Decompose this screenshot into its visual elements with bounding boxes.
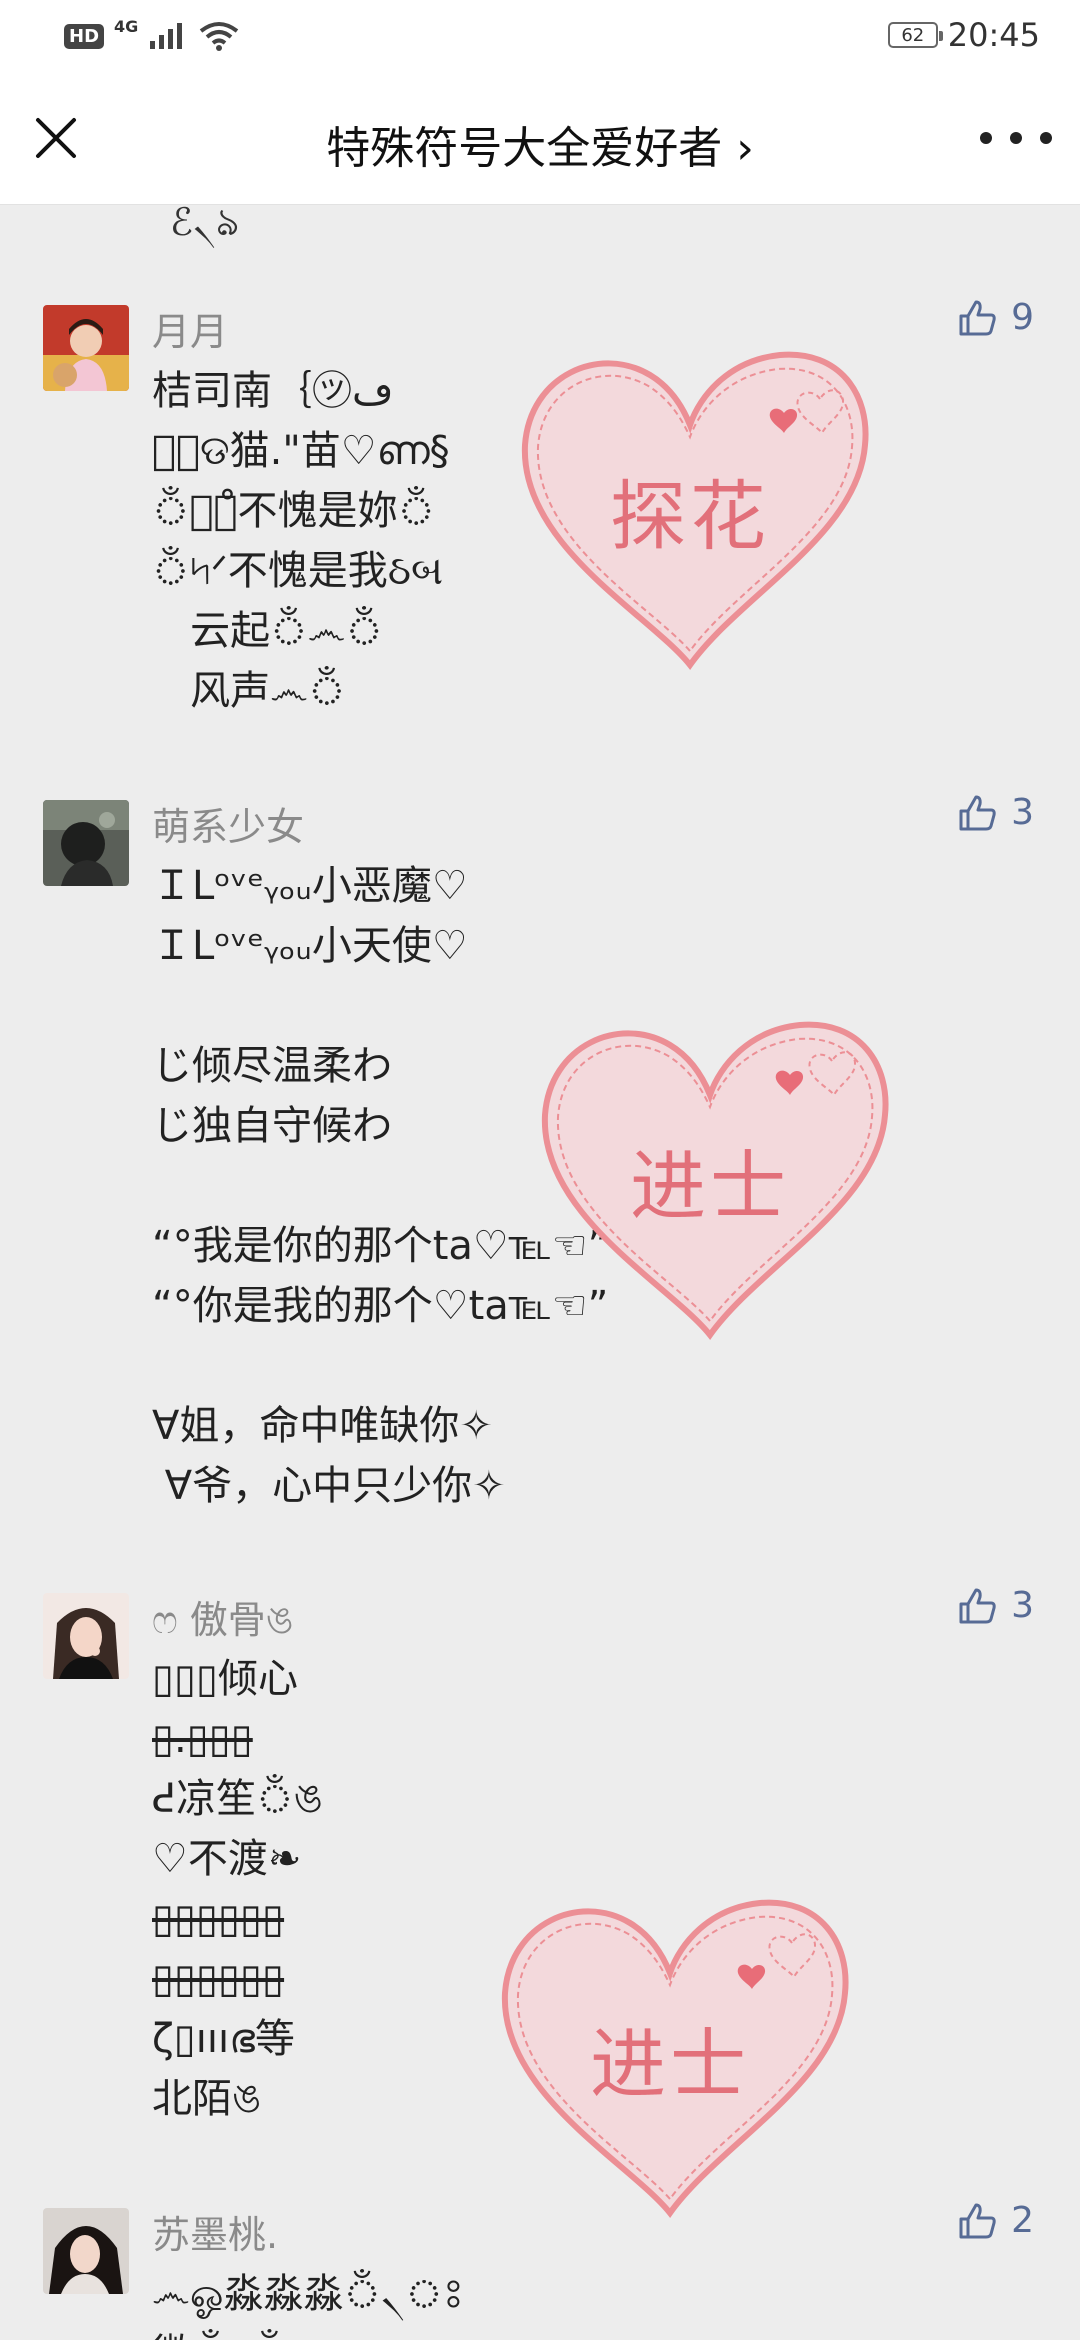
stamp-label: 进士 [590,2020,750,2109]
comment-line: 风声෴ঁ [152,668,346,714]
avatar[interactable] [43,800,129,886]
comment-line: ♡不渡❧ [152,1836,302,1882]
comment-item: 苏墨桃. 2 ෴ஓ淼淼淼ঁ৲ঃ 微ঁঃঁঃ [0,2200,1080,2340]
comment-item: 月月 9 桔司南｛㋡ڡ ゝ᪶ଡ猫."苗♡ണ§ ঁ৲ঃ̊不愧是妳ঁ ঁ৸ᐟ不愧是我… [0,297,1080,725]
comment-line: ＩLᵒᵛᵉᵧₒᵤ小天使♡ [152,923,468,969]
comment-author[interactable]: 萌系少女 [152,796,304,851]
more-dot-icon [1040,132,1052,144]
battery-level: 62 [901,24,925,46]
thumbs-up-icon [959,2203,996,2238]
comment-line: 桔司南｛㋡ڡ [152,368,394,414]
comment-text: ▯▯▯倾心 ▯.▯▯▯ ᕍ凉笙ঁঙ ♡不渡❧ ▯▯▯▯▯▯ ▯▯▯▯▯▯ ζ▯ı… [152,1649,323,2129]
like-button[interactable]: 9 [957,297,1034,338]
comment-line: ঁ৸ᐟ不愧是我ઠબ [152,548,444,594]
comment-line: ∀姐，命中唯缺你✧ [152,1403,493,1449]
avatar[interactable] [43,305,129,391]
comment-author[interactable]: 月月 [152,301,228,356]
like-count: 2 [1011,2200,1034,2241]
previous-comment-fragment: ℰ৲ঌ [170,205,240,244]
status-right: 62 20:45 [887,16,1040,54]
comment-line: 北陌ঙ [152,2076,262,2122]
comment-line: 微ঁঃঁঃ [152,2324,464,2340]
comment-line: ෴ஓ淼淼淼ঁ৲ঃ [152,2271,465,2317]
signal-icon [150,23,183,49]
comment-line: 云起ঁ෴ঁ [152,608,383,654]
comment-line: ঁ৲ঃ̊不愧是妳ঁ [152,488,435,534]
thumbs-up-icon [959,300,996,335]
avatar[interactable] [43,2208,129,2294]
comment-author[interactable]: 苏墨桃. [152,2204,278,2259]
comment-item: ෆ 傲骨ঙ 3 ▯▯▯倾心 ▯.▯▯▯ ᕍ凉笙ঁঙ ♡不渡❧ ▯▯▯▯▯▯ ▯▯… [0,1585,1080,2218]
battery-icon: 62 [887,22,943,48]
more-dot-icon [980,132,992,144]
more-button[interactable] [980,112,1052,164]
like-button[interactable]: 3 [957,1585,1034,1626]
comment-line: ＩLᵒᵛᵉᵧₒᵤ小恶魔♡ [152,863,468,909]
like-count: 9 [1011,297,1034,338]
more-dot-icon [1010,132,1022,144]
wifi-icon [200,22,239,51]
comment-item: 萌系少女 3 ＩLᵒᵛᵉᵧₒᵤ小恶魔♡ ＩLᵒᵛᵉᵧₒᵤ小天使♡ じ倾尽温柔わ … [0,792,1080,1520]
comment-line: ζ▯ıııഭ等 [152,2016,295,2062]
stamp-label: 探花 [610,472,770,561]
status-left: HD 4G [64,16,240,52]
thumbs-up-icon [959,795,996,830]
comment-line: ᕍ凉笙ঁঙ [152,1776,323,1822]
comment-line: ∀爷，心中只少你✧ [152,1463,506,1509]
comment-author[interactable]: ෆ 傲骨ঙ [152,1589,294,1655]
clock: 20:45 [947,16,1040,54]
thumbs-up-icon [959,1588,996,1623]
page-title[interactable]: 特殊符号大全爱好者 › [0,112,1080,176]
comment-line: ▯▯▯▯▯▯ [152,1896,285,1942]
heart-stamp: 进士 [480,1873,860,2233]
comment-text: 桔司南｛㋡ڡ ゝ᪶ଡ猫."苗♡ണ§ ঁ৲ঃ̊不愧是妳ঁ ঁ৸ᐟ不愧是我ઠબ 云起… [152,361,450,721]
comment-line: ▯.▯▯▯ [152,1716,253,1762]
hd-badge: HD [64,23,105,49]
like-button[interactable]: 3 [957,792,1034,833]
like-button[interactable]: 2 [957,2200,1034,2241]
comment-line: ▯▯▯倾心 [152,1656,299,1702]
comment-list: ℰ৲ঌ 月月 9 桔司南｛㋡ڡ ゝ᪶ଡ猫."苗♡ണ§ ঁ৲ঃ̊不愧是妳ঁ ঁ৸ᐟ… [0,205,1080,2340]
nav-bar: 特殊符号大全爱好者 › [0,72,1080,205]
like-count: 3 [1011,792,1034,833]
comment-line: ゝ᪶ଡ猫."苗♡ണ§ [152,428,450,474]
avatar[interactable] [43,1593,129,1679]
network-label: 4G [114,16,139,36]
like-count: 3 [1011,1585,1034,1626]
heart-stamp: 探花 [500,325,880,685]
stamp-label: 进士 [630,1142,790,1231]
status-bar: HD 4G 62 20:45 [0,0,1080,72]
comment-text: ෴ஓ淼淼淼ঁ৲ঃ 微ঁঃঁঃ [152,2264,464,2340]
heart-stamp: 进士 [520,995,900,1355]
comment-line: ▯▯▯▯▯▯ [152,1956,285,2002]
